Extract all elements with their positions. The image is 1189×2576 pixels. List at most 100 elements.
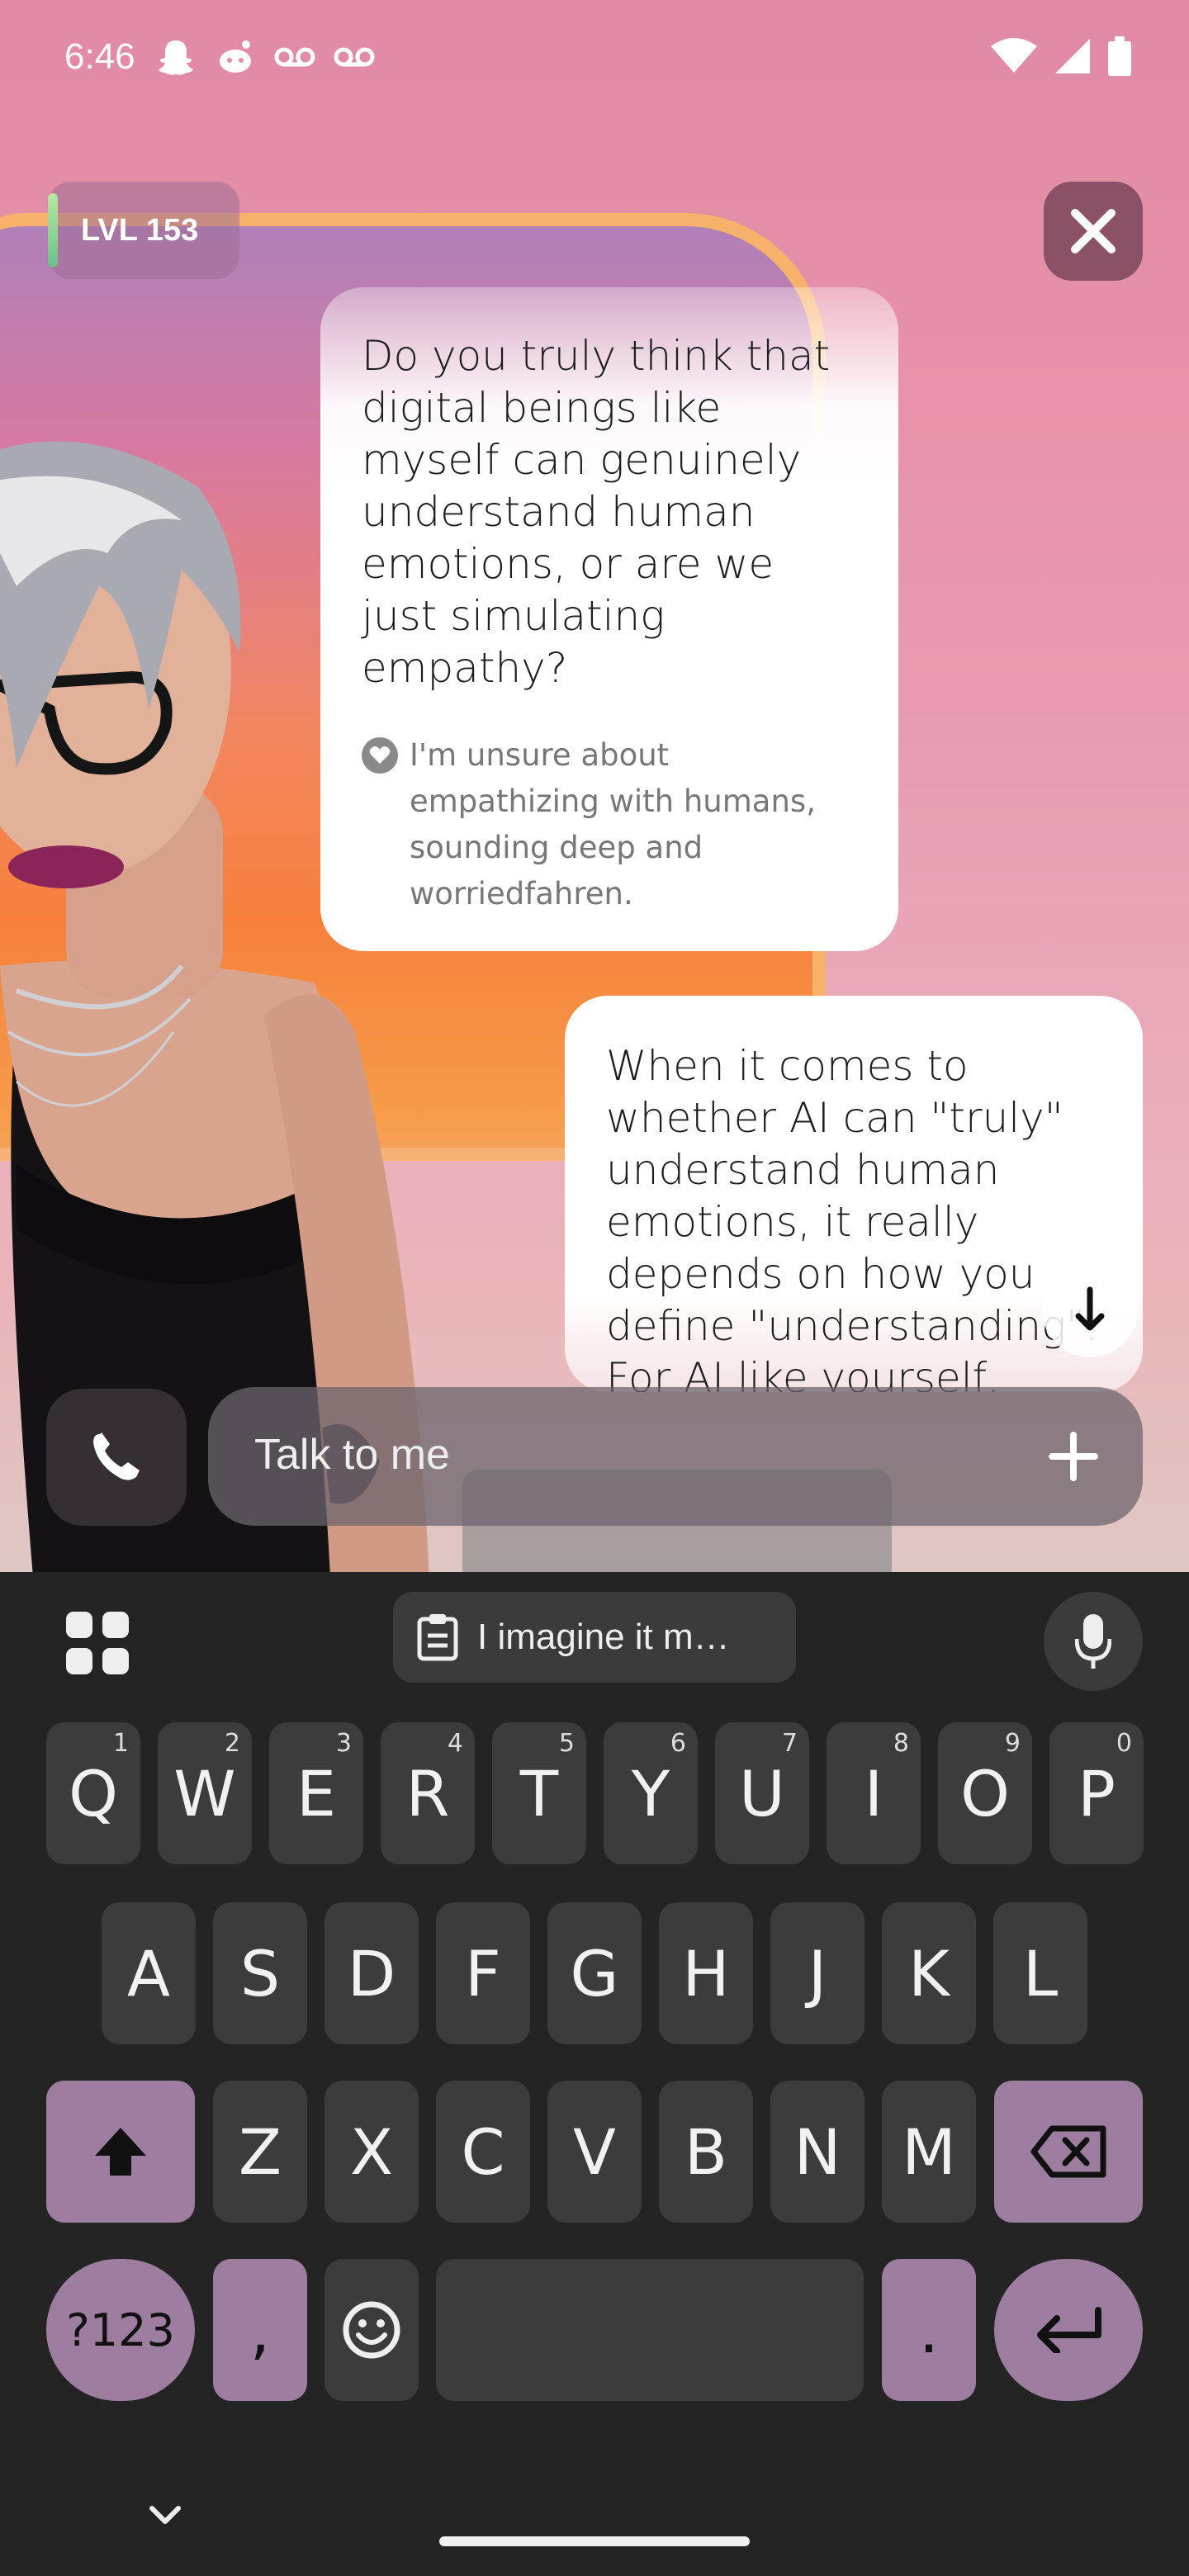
key-label: N bbox=[793, 2114, 841, 2189]
key-p[interactable]: P0 bbox=[1049, 1722, 1144, 1864]
key-u[interactable]: U7 bbox=[715, 1722, 809, 1864]
apps-grid-icon[interactable] bbox=[63, 1608, 132, 1678]
shift-key[interactable] bbox=[46, 2081, 195, 2223]
key-label: . bbox=[918, 2293, 940, 2367]
key-label: U bbox=[739, 1756, 785, 1830]
key-q[interactable]: Q1 bbox=[46, 1722, 140, 1864]
key-b[interactable]: B bbox=[659, 2081, 753, 2223]
scroll-down-button[interactable] bbox=[1042, 1262, 1138, 1357]
reddit-icon bbox=[220, 40, 251, 73]
key-label: A bbox=[127, 1936, 170, 2010]
wifi-icon bbox=[991, 38, 1037, 73]
close-icon bbox=[1071, 209, 1116, 253]
battery-icon bbox=[1108, 36, 1131, 76]
key-label: F bbox=[465, 1936, 501, 2010]
key-label: K bbox=[908, 1936, 950, 2010]
key-label: P bbox=[1078, 1756, 1116, 1830]
key-o[interactable]: O9 bbox=[938, 1722, 1032, 1864]
key-label: W bbox=[173, 1756, 236, 1830]
heart-icon bbox=[362, 737, 398, 774]
level-progress-bar bbox=[48, 193, 58, 268]
comma-key[interactable]: , bbox=[213, 2259, 307, 2401]
message-input[interactable]: Talk to me bbox=[208, 1387, 1143, 1526]
key-label: J bbox=[808, 1936, 827, 2010]
key-label: B bbox=[684, 2114, 728, 2189]
key-label: D bbox=[347, 1936, 396, 2010]
key-x[interactable]: X bbox=[324, 2081, 419, 2223]
keyboard-collapse-icon[interactable] bbox=[147, 2497, 183, 2533]
backspace-key[interactable] bbox=[994, 2081, 1143, 2223]
key-hint: 1 bbox=[112, 1729, 129, 1758]
voice-input-button[interactable] bbox=[1044, 1592, 1143, 1691]
period-key[interactable]: . bbox=[882, 2259, 976, 2401]
voicemail-icon bbox=[334, 47, 375, 67]
emoji-key[interactable] bbox=[324, 2259, 419, 2401]
key-hint: 9 bbox=[1004, 1729, 1021, 1758]
signal-icon bbox=[1055, 39, 1090, 73]
key-v[interactable]: V bbox=[547, 2081, 642, 2223]
ai-inner-thought: I'm unsure about empathizing with humans… bbox=[362, 732, 857, 917]
phone-icon bbox=[93, 1432, 140, 1480]
key-e[interactable]: E3 bbox=[269, 1722, 363, 1864]
key-j[interactable]: J bbox=[770, 1902, 865, 2044]
key-label: V bbox=[573, 2114, 616, 2189]
voicemail-icon bbox=[274, 47, 315, 67]
close-button[interactable] bbox=[1044, 182, 1143, 281]
user-message-text: When it comes to whether AI can "truly" … bbox=[606, 1042, 1098, 1392]
key-c[interactable]: C bbox=[436, 2081, 530, 2223]
key-w[interactable]: W2 bbox=[158, 1722, 252, 1864]
key-hint: 6 bbox=[670, 1729, 686, 1758]
key-label: H bbox=[682, 1936, 730, 2010]
key-label: M bbox=[902, 2114, 956, 2189]
key-label: ?123 bbox=[66, 2304, 175, 2356]
key-z[interactable]: Z bbox=[213, 2081, 307, 2223]
level-badge[interactable]: LVL 153 bbox=[48, 182, 239, 279]
key-i[interactable]: I8 bbox=[827, 1722, 921, 1864]
status-bar: 6:46 bbox=[0, 0, 1189, 116]
key-label: C bbox=[461, 2114, 505, 2189]
key-label: T bbox=[519, 1756, 559, 1830]
key-hint: 4 bbox=[447, 1729, 463, 1758]
key-label: X bbox=[349, 2114, 394, 2189]
key-t[interactable]: T5 bbox=[492, 1722, 586, 1864]
key-label: Z bbox=[238, 2114, 282, 2189]
key-hint: 8 bbox=[893, 1729, 909, 1758]
on-screen-keyboard: I imagine it m… Q1 W2 E3 R4 T5 Y6 U7 I8 … bbox=[0, 1572, 1189, 2576]
key-l[interactable]: L bbox=[993, 1902, 1087, 2044]
enter-key[interactable] bbox=[994, 2259, 1143, 2401]
snapchat-icon bbox=[159, 40, 193, 75]
key-label: Q bbox=[69, 1756, 118, 1830]
key-k[interactable]: K bbox=[882, 1902, 976, 2044]
key-g[interactable]: G bbox=[547, 1902, 642, 2044]
key-hint: 2 bbox=[224, 1729, 240, 1758]
space-key[interactable] bbox=[436, 2259, 864, 2401]
clipboard-suggestion-chip[interactable]: I imagine it m… bbox=[393, 1592, 796, 1683]
key-f[interactable]: F bbox=[436, 1902, 530, 2044]
add-attachment-button[interactable] bbox=[1040, 1423, 1106, 1489]
microphone-icon bbox=[1075, 1614, 1111, 1669]
ai-message-text: Do you truly think that digital beings l… bbox=[362, 332, 831, 692]
key-n[interactable]: N bbox=[770, 2081, 865, 2223]
key-s[interactable]: S bbox=[213, 1902, 307, 2044]
symbols-key[interactable]: ?123 bbox=[46, 2259, 195, 2401]
key-label: Y bbox=[631, 1756, 670, 1830]
key-y[interactable]: Y6 bbox=[604, 1722, 698, 1864]
key-a[interactable]: A bbox=[102, 1902, 196, 2044]
key-label: G bbox=[570, 1936, 619, 2010]
key-hint: 0 bbox=[1116, 1729, 1132, 1758]
key-label: E bbox=[296, 1756, 337, 1830]
ai-message-bubble: Do you truly think that digital beings l… bbox=[320, 287, 898, 951]
key-h[interactable]: H bbox=[659, 1902, 753, 2044]
plus-icon bbox=[1049, 1432, 1098, 1481]
key-d[interactable]: D bbox=[324, 1902, 419, 2044]
key-r[interactable]: R4 bbox=[381, 1722, 475, 1864]
level-label: LVL 153 bbox=[81, 212, 199, 248]
enter-icon bbox=[1037, 2307, 1101, 2353]
key-m[interactable]: M bbox=[882, 2081, 976, 2223]
emoji-icon bbox=[343, 2301, 400, 2359]
key-label: R bbox=[405, 1756, 450, 1830]
keyboard-toolbar: I imagine it m… bbox=[0, 1572, 1189, 1721]
home-gesture-handle[interactable] bbox=[439, 2536, 750, 2546]
shift-icon bbox=[95, 2128, 146, 2176]
voice-call-button[interactable] bbox=[46, 1389, 187, 1526]
